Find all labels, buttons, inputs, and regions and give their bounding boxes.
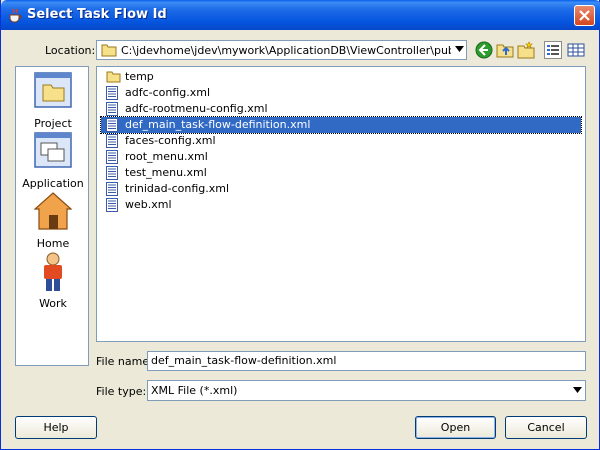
list-item[interactable]: web.xml xyxy=(101,197,581,213)
xml-file-icon xyxy=(106,86,118,100)
chevron-down-icon xyxy=(455,46,464,52)
xml-file-icon xyxy=(106,118,118,132)
file-name: adfc-config.xml xyxy=(125,86,211,99)
folder-icon xyxy=(101,44,117,57)
location-label: Location: xyxy=(45,44,96,57)
open-button[interactable]: Open xyxy=(415,416,496,439)
chevron-down-icon xyxy=(573,387,582,393)
dialog-window: Select Task Flow Id Location: C:\jdevhom… xyxy=(0,0,600,450)
window-title: Select Task Flow Id xyxy=(27,7,167,22)
file-list[interactable]: temp adfc-config.xml adfc-rootmenu-confi… xyxy=(96,66,586,342)
details-view-icon[interactable] xyxy=(567,41,585,59)
places-bar: Project Application Home Work xyxy=(15,66,89,366)
up-folder-icon[interactable] xyxy=(496,41,514,59)
xml-file-icon xyxy=(106,134,118,148)
file-name: faces-config.xml xyxy=(125,134,216,147)
list-view-button[interactable] xyxy=(544,41,562,59)
work-icon xyxy=(44,252,62,291)
new-folder-icon[interactable] xyxy=(517,41,535,59)
xml-file-icon xyxy=(106,102,118,116)
list-item[interactable]: test_menu.xml xyxy=(101,165,581,181)
back-icon[interactable] xyxy=(475,41,493,59)
list-item[interactable]: faces-config.xml xyxy=(101,133,581,149)
help-button[interactable]: Help xyxy=(15,416,97,439)
file-type-select[interactable]: XML File (*.xml) xyxy=(147,380,586,401)
project-icon xyxy=(34,72,72,108)
file-name-field[interactable]: def_main_task-flow-definition.xml xyxy=(147,351,586,371)
file-name: web.xml xyxy=(125,198,172,211)
location-combo[interactable]: C:\jdevhome\jdev\mywork\ApplicationDB\Vi… xyxy=(96,40,467,60)
file-name: test_menu.xml xyxy=(125,166,207,179)
folder-icon xyxy=(106,71,121,83)
close-button[interactable] xyxy=(574,5,595,26)
application-icon xyxy=(34,132,72,168)
close-icon xyxy=(579,10,590,21)
list-item[interactable]: temp xyxy=(101,69,581,85)
list-item[interactable]: adfc-rootmenu-config.xml xyxy=(101,101,581,117)
file-name: temp xyxy=(125,70,154,83)
file-name: root_menu.xml xyxy=(125,150,208,163)
place-label: Home xyxy=(36,237,70,250)
location-value: C:\jdevhome\jdev\mywork\ApplicationDB\Vi… xyxy=(121,44,451,57)
file-name: def_main_task-flow-definition.xml xyxy=(125,118,311,131)
place-label: Application xyxy=(22,177,84,190)
place-label: Project xyxy=(34,117,72,130)
file-type-label: File type: xyxy=(96,385,147,398)
xml-file-icon xyxy=(106,166,118,180)
list-view-icon xyxy=(547,45,559,55)
list-item[interactable]: root_menu.xml xyxy=(101,149,581,165)
file-name-label: File name: xyxy=(96,355,153,368)
list-item-selected[interactable]: def_main_task-flow-definition.xml xyxy=(100,116,582,134)
file-type-value: XML File (*.xml) xyxy=(151,384,238,397)
home-icon xyxy=(34,192,72,230)
place-label: Work xyxy=(39,297,67,310)
java-cup-icon xyxy=(9,8,22,23)
list-item[interactable]: trinidad-config.xml xyxy=(101,181,581,197)
cancel-button[interactable]: Cancel xyxy=(505,416,587,439)
xml-file-icon xyxy=(106,150,118,164)
file-name: trinidad-config.xml xyxy=(125,182,230,195)
list-item[interactable]: adfc-config.xml xyxy=(101,85,581,101)
xml-file-icon xyxy=(106,182,118,196)
file-name: adfc-rootmenu-config.xml xyxy=(125,102,268,115)
xml-file-icon xyxy=(106,198,118,212)
title-bar[interactable]: Select Task Flow Id xyxy=(1,0,600,30)
